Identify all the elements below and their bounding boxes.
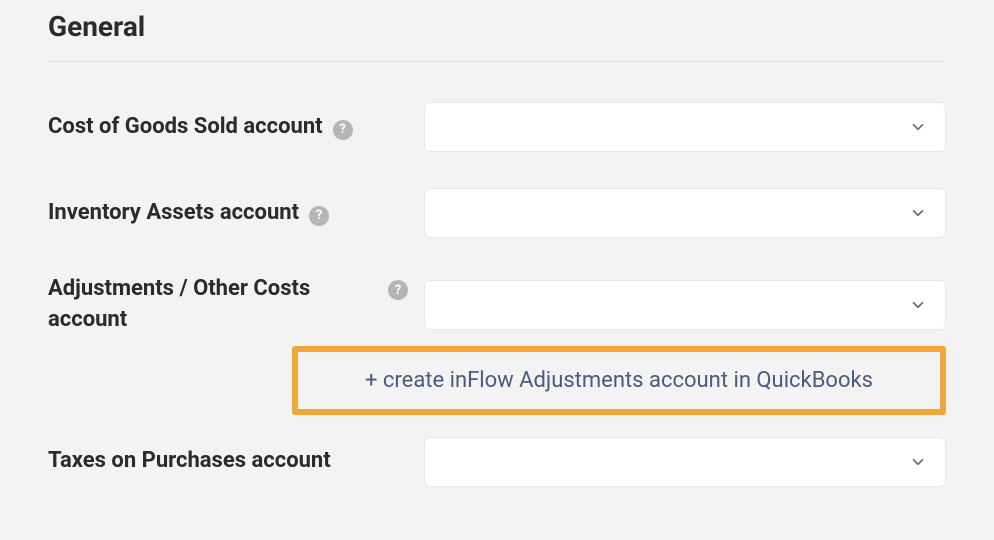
help-icon[interactable]: ?	[388, 280, 408, 300]
inventory-label-wrap: Inventory Assets account ?	[48, 198, 424, 229]
adjustments-select[interactable]	[424, 280, 946, 330]
cogs-select[interactable]	[424, 102, 946, 152]
help-icon[interactable]: ?	[333, 120, 353, 140]
inventory-label: Inventory Assets account	[48, 198, 299, 229]
adjustments-label-wrap: Adjustments / Other Costs account ?	[48, 274, 424, 336]
section-divider	[48, 61, 946, 62]
chevron-down-icon	[909, 453, 927, 471]
taxes-row: Taxes on Purchases account	[48, 437, 946, 487]
cogs-label-wrap: Cost of Goods Sold account ?	[48, 112, 424, 143]
cogs-label: Cost of Goods Sold account	[48, 112, 323, 143]
adjustments-label: Adjustments / Other Costs account	[48, 274, 378, 336]
chevron-down-icon	[909, 204, 927, 222]
cogs-row: Cost of Goods Sold account ?	[48, 102, 946, 152]
taxes-select[interactable]	[424, 437, 946, 487]
inventory-select[interactable]	[424, 188, 946, 238]
taxes-label: Taxes on Purchases account	[48, 446, 331, 477]
callout-box: + create inFlow Adjustments account in Q…	[292, 346, 946, 415]
create-adjustments-link[interactable]: + create inFlow Adjustments account in Q…	[365, 368, 873, 393]
callout-row: + create inFlow Adjustments account in Q…	[48, 346, 946, 415]
taxes-label-wrap: Taxes on Purchases account	[48, 446, 424, 477]
callout-spacer	[48, 346, 292, 415]
help-icon[interactable]: ?	[309, 206, 329, 226]
general-section: General Cost of Goods Sold account ? Inv…	[48, 10, 946, 487]
chevron-down-icon	[909, 296, 927, 314]
inventory-row: Inventory Assets account ?	[48, 188, 946, 238]
adjustments-row: Adjustments / Other Costs account ?	[48, 274, 946, 336]
section-title: General	[48, 10, 946, 61]
chevron-down-icon	[909, 118, 927, 136]
